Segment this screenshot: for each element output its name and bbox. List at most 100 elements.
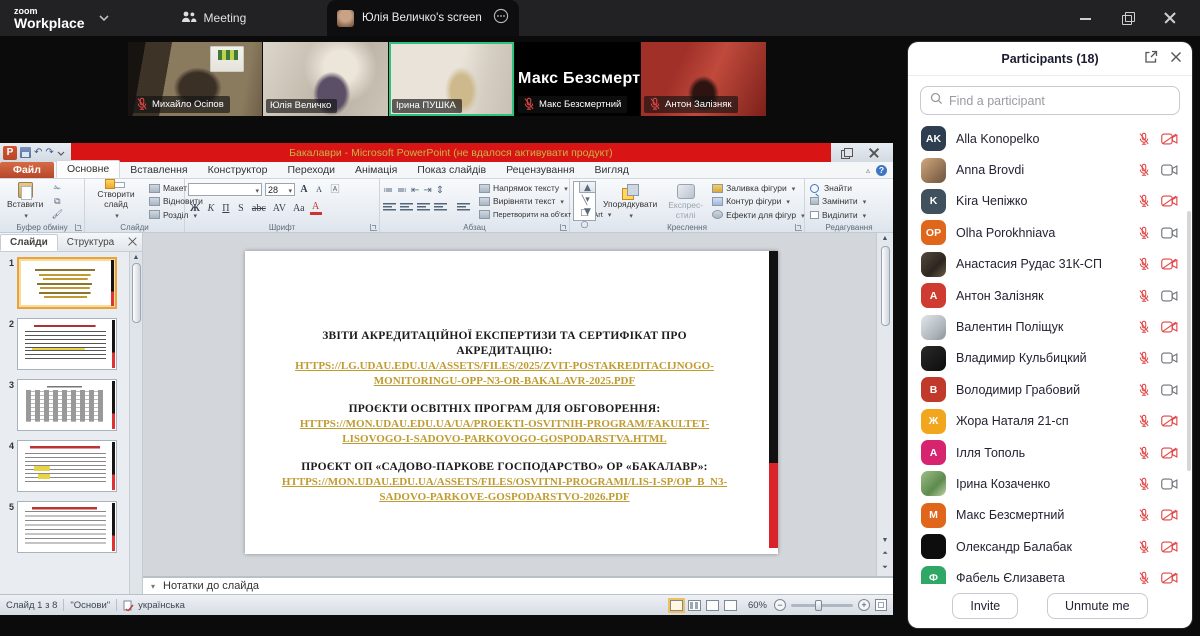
collapse-ribbon-icon[interactable]: ▵ [866, 166, 870, 175]
participant-row[interactable]: Валентин Поліщук [908, 311, 1192, 342]
save-icon[interactable] [20, 147, 31, 158]
paste-button[interactable]: Вставити [3, 181, 47, 221]
ribbon-tab-9[interactable]: Вигляд [585, 162, 639, 178]
shape-fill-button[interactable]: Заливка фігури [710, 182, 806, 194]
participant-row[interactable]: OPOlha Porokhniava [908, 217, 1192, 248]
slide-thumbnail-4[interactable] [17, 440, 117, 492]
unmute-me-button[interactable]: Unmute me [1047, 593, 1148, 619]
font-style-button[interactable]: abc [250, 203, 268, 214]
participant-row[interactable]: Анастасия Рудас 31К-СП [908, 249, 1192, 280]
drawing-dialog-launcher[interactable] [795, 224, 802, 231]
help-icon[interactable]: ? [876, 165, 887, 176]
chevron-down-icon[interactable] [99, 13, 109, 25]
select-button[interactable]: Виділити [808, 209, 868, 221]
find-button[interactable]: Знайти [808, 182, 868, 194]
reading-view-icon[interactable] [706, 600, 719, 611]
grow-font-icon[interactable]: A [298, 184, 310, 195]
font-style-button[interactable]: S [235, 203, 247, 214]
participant-search[interactable] [920, 86, 1180, 115]
participant-row[interactable]: AKAlla Konopelko [908, 123, 1192, 154]
participant-row[interactable]: Владимир Кульбицкий [908, 343, 1192, 374]
font-style-button[interactable]: Aa [291, 203, 307, 214]
slides-panel-close-icon[interactable] [128, 237, 138, 247]
minimize-icon[interactable] [1080, 12, 1092, 24]
font-dialog-launcher[interactable] [370, 224, 377, 231]
columns-icon[interactable] [457, 202, 470, 212]
zoom-in-icon[interactable]: + [858, 599, 870, 611]
more-options-icon[interactable] [493, 8, 509, 29]
panel-close-icon[interactable] [1170, 50, 1182, 68]
quick-styles-button[interactable]: Експрес-стилі [664, 181, 707, 221]
align-left-icon[interactable] [383, 202, 396, 212]
tab-slides[interactable]: Слайди [0, 234, 58, 251]
cut-icon[interactable]: ✁ [50, 183, 64, 194]
participant-row[interactable]: KKira Чепіжко [908, 186, 1192, 217]
slide-thumbnail-1[interactable] [17, 257, 117, 309]
arrange-button[interactable]: Упорядкувати [599, 181, 661, 221]
participant-row[interactable]: ААнтон Залізняк [908, 280, 1192, 311]
clear-formatting-icon[interactable]: 🄰 [328, 184, 342, 195]
font-size-box[interactable]: 28 [265, 183, 295, 196]
font-style-button[interactable]: Ж [188, 203, 202, 214]
video-tile[interactable]: Ірина ПУШКА [389, 42, 514, 116]
format-painter-icon[interactable]: 🖌 [50, 209, 64, 220]
copy-icon[interactable]: ⧉ [50, 196, 64, 207]
paragraph-tool-icon[interactable]: ⇕ [436, 185, 444, 197]
slide-thumbnail-3[interactable] [17, 379, 117, 431]
paragraph-tool-icon[interactable]: ⇤ [411, 185, 419, 197]
paragraph-tool-icon[interactable]: ⇥ [423, 185, 431, 197]
qat-dropdown-icon[interactable] [57, 149, 65, 157]
shapes-scrollbar[interactable]: ▲▾▼ [579, 181, 596, 193]
participant-row[interactable]: Ірина Козаченко [908, 468, 1192, 499]
font-style-button[interactable]: AV [271, 203, 288, 214]
tab-shared-screen[interactable]: Юлія Величко's screen [327, 0, 519, 36]
search-input[interactable] [949, 94, 1170, 108]
next-slide-icon[interactable]: ⏷ [882, 562, 888, 574]
video-tile[interactable]: Антон Залізняк [641, 42, 766, 116]
notes-area[interactable]: ▾ Нотатки до слайда [143, 576, 893, 594]
previous-slide-icon[interactable]: ⏶ [882, 548, 888, 560]
redo-icon[interactable]: ↷ [45, 146, 53, 160]
zoom-out-icon[interactable]: − [774, 599, 786, 611]
invite-button[interactable]: Invite [952, 593, 1018, 619]
participant-row[interactable]: ФФабель Єлизавета [908, 562, 1192, 584]
video-tile[interactable]: Михайло Осіпов [128, 42, 262, 116]
ribbon-tab-6[interactable]: Анімація [345, 162, 407, 178]
ribbon-tab-5[interactable]: Переходи [277, 162, 345, 178]
slide-hyperlink[interactable]: HTTPS://MON.UDAU.EDU.UA/ASSETS/FILES/OSV… [281, 475, 728, 505]
align-right-icon[interactable] [417, 202, 430, 212]
notes-splitter-icon[interactable]: ▾ [151, 582, 155, 591]
slide-hyperlink[interactable]: HTTPS://MON.UDAU.EDU.UA/UA/PROEKTI-OSVIT… [281, 417, 728, 447]
video-tile[interactable]: Макс Безсмерт...Макс Безсмертний [515, 42, 640, 116]
powerpoint-logo-icon[interactable]: P [3, 146, 17, 160]
slide-thumbnail-5[interactable] [17, 501, 117, 553]
participants-scrollbar[interactable] [1187, 211, 1191, 471]
video-tile[interactable]: Юлія Величко [263, 42, 388, 116]
tab-outline[interactable]: Структура [58, 235, 123, 250]
ribbon-tab-4[interactable]: Конструктор [198, 162, 278, 178]
justify-icon[interactable] [434, 202, 447, 212]
slide-thumbnail-2[interactable] [17, 318, 117, 370]
participant-row[interactable]: ВВолодимир Грабовий [908, 374, 1192, 405]
shape-outline-button[interactable]: Контур фігури [710, 195, 806, 207]
participant-row[interactable]: Anna Brovdi [908, 154, 1192, 185]
slide-hyperlink[interactable]: HTTPS://LG.UDAU.EDU.UA/ASSETS/FILES/2025… [281, 359, 728, 389]
paragraph-tool-icon[interactable]: ≕ [397, 185, 407, 197]
font-name-box[interactable] [188, 183, 262, 196]
ribbon-tab-2[interactable]: Основне [56, 160, 120, 178]
font-style-button[interactable]: A [310, 201, 322, 215]
clipboard-dialog-launcher[interactable] [75, 224, 82, 231]
shape-effects-button[interactable]: Ефекти для фігур [710, 209, 806, 221]
normal-view-icon[interactable] [670, 600, 683, 611]
slideshow-icon[interactable] [724, 600, 737, 611]
paragraph-tool-icon[interactable]: ≔ [383, 185, 393, 197]
participant-row[interactable]: ММакс Безсмертний [908, 500, 1192, 531]
font-style-button[interactable]: К [205, 203, 217, 214]
spellcheck-icon[interactable] [123, 600, 134, 611]
participant-row[interactable]: ЖЖора Наталя 21-сп [908, 406, 1192, 437]
tab-meeting[interactable]: Meeting [181, 10, 247, 27]
participant-row[interactable]: АІлля Тополь [908, 437, 1192, 468]
close-icon[interactable] [1164, 12, 1176, 24]
ppt-restore-icon[interactable] [841, 148, 851, 158]
ribbon-tab-1[interactable]: Файл [0, 162, 54, 178]
